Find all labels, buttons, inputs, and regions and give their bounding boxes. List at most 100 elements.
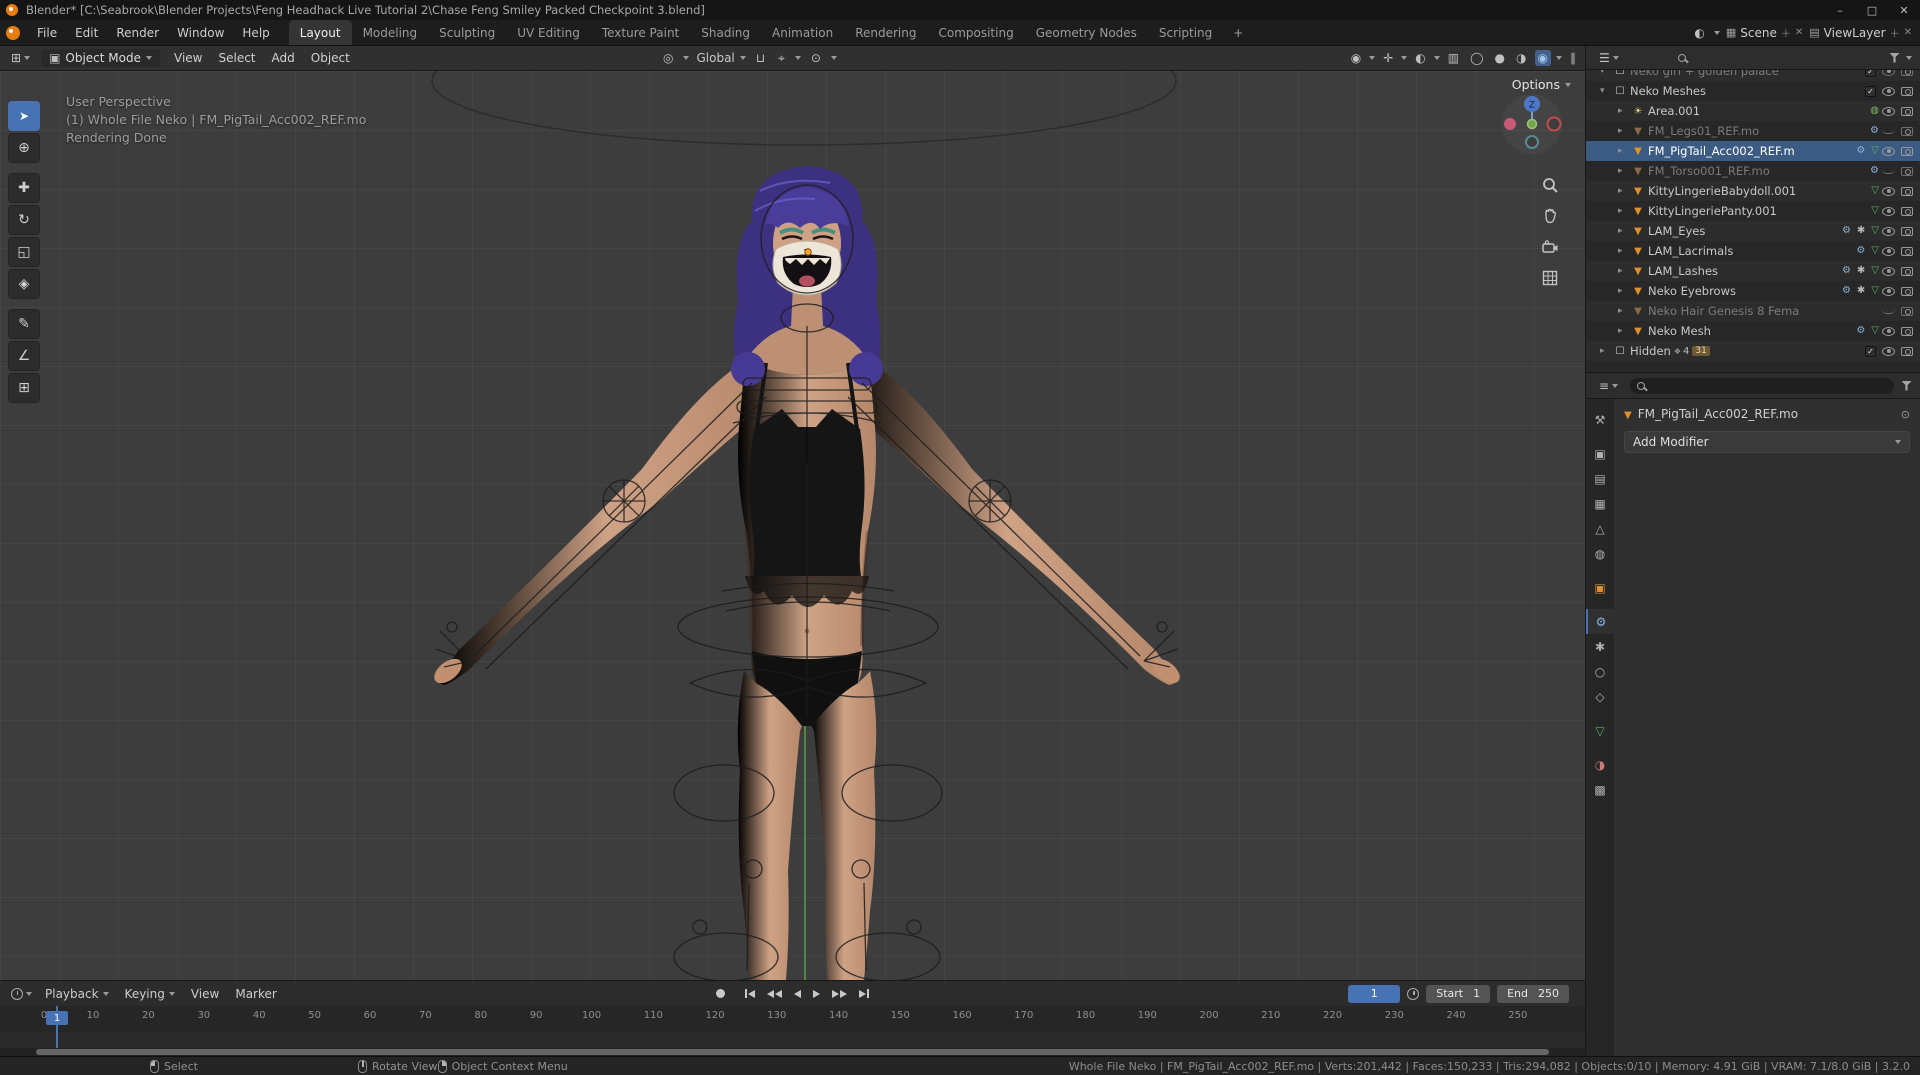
navigation-gizmo[interactable]: Z [1501,93,1563,158]
camera-icon[interactable] [1901,227,1913,236]
particles[interactable] [1586,634,1614,659]
data-icon[interactable] [1871,266,1879,276]
search-icon[interactable] [1678,54,1686,62]
outliner-row[interactable]: ▸ LAM_Lacrimals [1586,241,1920,261]
disclosure-icon[interactable]: ▸ [1618,106,1628,116]
filter-icon[interactable] [1901,381,1912,391]
unlink-scene-icon[interactable]: ✕ [1795,27,1803,38]
blender-menu-icon[interactable] [6,26,20,40]
outliner-row[interactable]: ▸ KittyLingerieBabydoll.001 [1586,181,1920,201]
modifier-icon[interactable] [1842,286,1851,296]
editor-type-button[interactable]: ≡ [1594,377,1623,395]
outliner-row[interactable]: ▸ FM_Torso001_REF.mo [1586,161,1920,181]
timeline-ruler[interactable]: 0102030405060708090100110120130140150160… [0,1006,1586,1048]
scale[interactable] [8,237,40,267]
modifier-icon[interactable] [1842,266,1851,276]
orientation-selector[interactable]: Global [696,51,745,65]
close-button[interactable]: ✕ [1888,0,1920,20]
camera-icon[interactable] [1901,207,1913,216]
eye-icon[interactable] [1882,347,1895,356]
workspace-tab[interactable]: Modeling [352,20,429,45]
viewport-3d[interactable]: User Perspective(1) Whole File Neko | FM… [0,71,1586,980]
material[interactable] [1586,752,1614,777]
viewport-menu-item[interactable]: Add [264,51,303,65]
pin-icon[interactable]: ⊙ [1901,408,1910,421]
transform[interactable] [8,269,40,299]
disclosure-icon[interactable]: ▾ [1600,70,1610,76]
workspace-tab[interactable]: Sculpting [428,20,506,45]
workspace-tab[interactable]: Layout [289,20,352,45]
camera-icon[interactable] [1901,107,1913,116]
eye-icon[interactable] [1882,129,1895,134]
menubar-item[interactable]: Edit [66,20,107,45]
camera-icon[interactable] [1901,167,1913,176]
outliner-row[interactable]: ▸ Neko Mesh [1586,321,1920,341]
outliner-row[interactable]: ▾ Neko girl + golden palace [1586,70,1920,81]
workspace-tab[interactable]: Texture Paint [591,20,690,45]
chev[interactable] [1369,56,1375,60]
menubar-item[interactable]: Window [168,20,233,45]
eye-icon[interactable] [1882,187,1895,196]
camera-icon[interactable] [1901,267,1913,276]
playhead-label[interactable]: 1 [46,1011,68,1025]
timeline-scrollbar[interactable] [0,1048,1586,1056]
outliner-row[interactable]: ▸ Hidden 4 31 [1586,341,1920,361]
render[interactable] [1586,441,1614,466]
minimize-button[interactable]: – [1824,0,1856,20]
menubar-item[interactable]: File [28,20,66,45]
visibility[interactable] [1348,50,1364,66]
move[interactable] [8,173,40,203]
workspace-tab[interactable]: Shading [690,20,761,45]
timeline-menu-item[interactable]: Keying [117,987,183,1001]
region-toggle[interactable] [1567,50,1579,66]
view-layer[interactable] [1586,491,1614,516]
gizmos[interactable] [1380,50,1396,66]
checkbox-icon[interactable] [1865,86,1876,97]
particles-icon[interactable] [1857,286,1865,296]
eye-icon[interactable] [1882,107,1895,116]
checkbox-icon[interactable] [1865,346,1876,357]
scene[interactable] [1586,516,1614,541]
eye-icon[interactable] [1882,147,1895,156]
timeline-menu-item[interactable]: Playback [37,987,117,1001]
workspace-tab[interactable]: Geometry Nodes [1025,20,1148,45]
eye-icon[interactable] [1882,169,1895,174]
camera-icon[interactable] [1901,187,1913,196]
output[interactable] [1586,466,1614,491]
jump-end-button[interactable] [854,986,874,1001]
eye-icon[interactable] [1882,87,1895,96]
new-view-layer-icon[interactable]: ＋ [1890,25,1900,40]
texture[interactable] [1586,777,1614,802]
editor-type-button[interactable]: ☰ [1594,49,1624,67]
add-modifier-button[interactable]: Add Modifier [1624,431,1910,453]
outliner-row[interactable]: ▸ Neko Eyebrows [1586,281,1920,301]
workspace-tab[interactable]: UV Editing [506,20,591,45]
eye-icon[interactable] [1882,267,1895,276]
remove-view-layer-icon[interactable]: ✕ [1904,27,1912,38]
shading-wireframe[interactable] [1467,50,1486,66]
eye-icon[interactable] [1882,287,1895,296]
outliner-row[interactable]: ▸ Neko Hair Genesis 8 Fema [1586,301,1920,321]
outliner-row[interactable]: ▸ LAM_Eyes [1586,221,1920,241]
annotate[interactable] [8,309,40,339]
data-icon[interactable] [1871,326,1879,336]
cursor[interactable] [8,133,40,163]
eye-icon[interactable] [1882,247,1895,256]
workspace-tab[interactable]: Rendering [844,20,927,45]
camera-view-icon[interactable] [1541,238,1559,256]
disclosure-icon[interactable]: ▸ [1618,246,1628,256]
modifier-icon[interactable] [1856,246,1865,256]
scrollbar-thumb[interactable] [36,1049,1549,1055]
data-icon[interactable] [1871,146,1879,156]
eye-icon[interactable] [1882,70,1895,76]
camera-icon[interactable] [1901,327,1913,336]
chev[interactable] [1401,56,1407,60]
add-workspace-button[interactable]: + [1223,20,1253,45]
object[interactable] [1586,575,1614,600]
disclosure-icon[interactable]: ▸ [1618,146,1628,156]
start-frame-field[interactable]: Start 1 [1426,985,1490,1003]
outliner-row[interactable]: ▸ LAM_Lashes [1586,261,1920,281]
disclosure-icon[interactable]: ▸ [1618,306,1628,316]
checkbox-icon[interactable] [1865,70,1876,77]
outliner-row[interactable]: ▸ FM_Legs01_REF.mo [1586,121,1920,141]
